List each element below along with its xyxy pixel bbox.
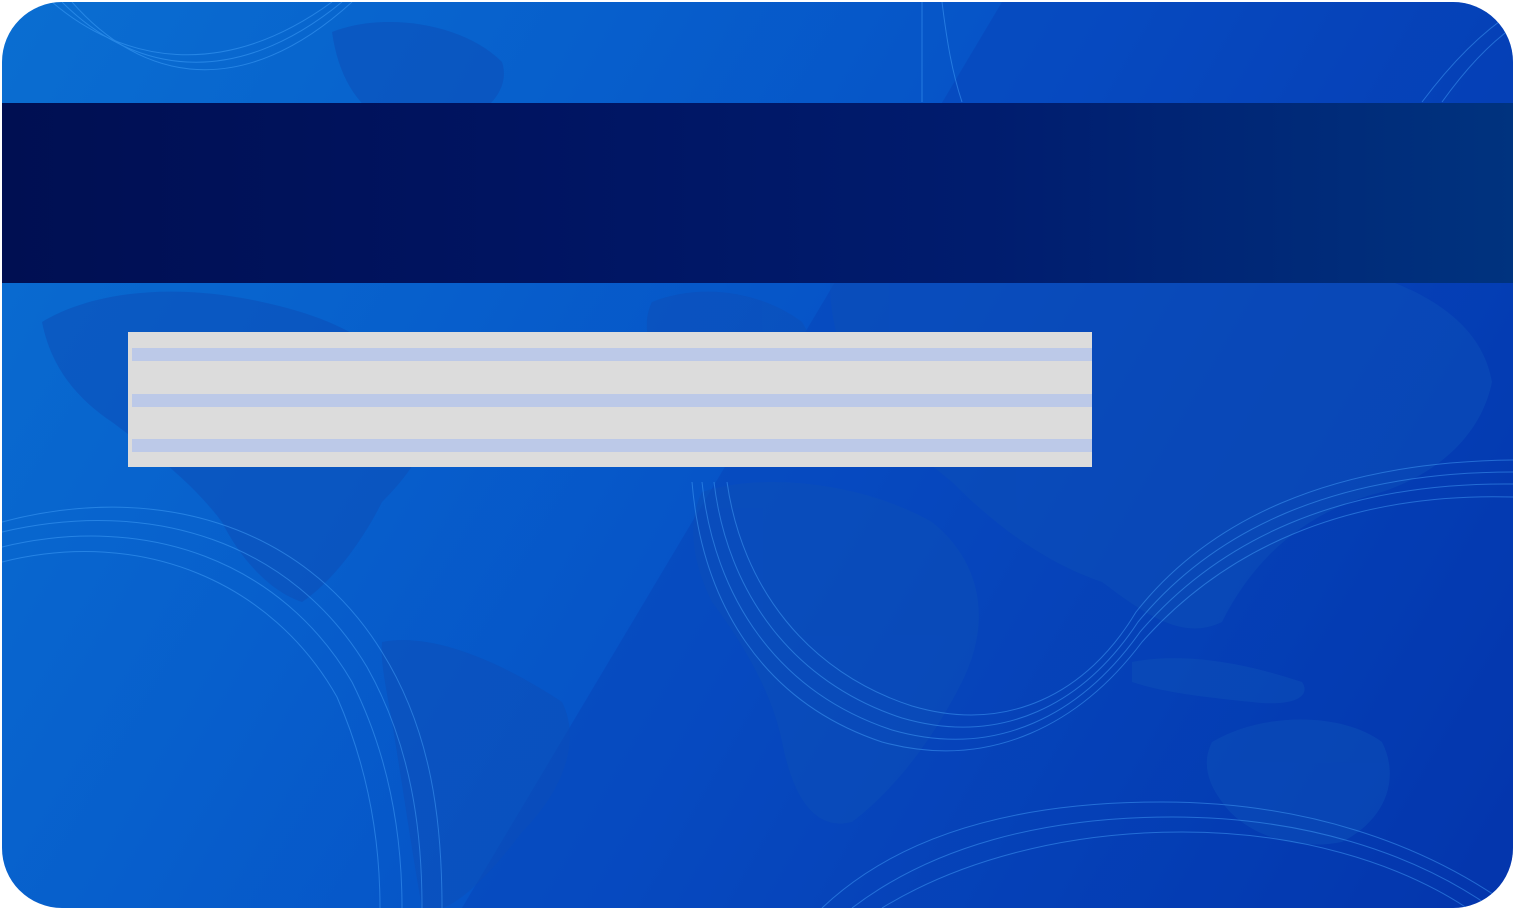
signature-line bbox=[132, 394, 1092, 407]
card-back bbox=[2, 2, 1513, 908]
signature-line bbox=[132, 439, 1092, 452]
magnetic-stripe bbox=[2, 103, 1513, 283]
signature-panel bbox=[128, 332, 1092, 467]
signature-line bbox=[132, 348, 1092, 361]
